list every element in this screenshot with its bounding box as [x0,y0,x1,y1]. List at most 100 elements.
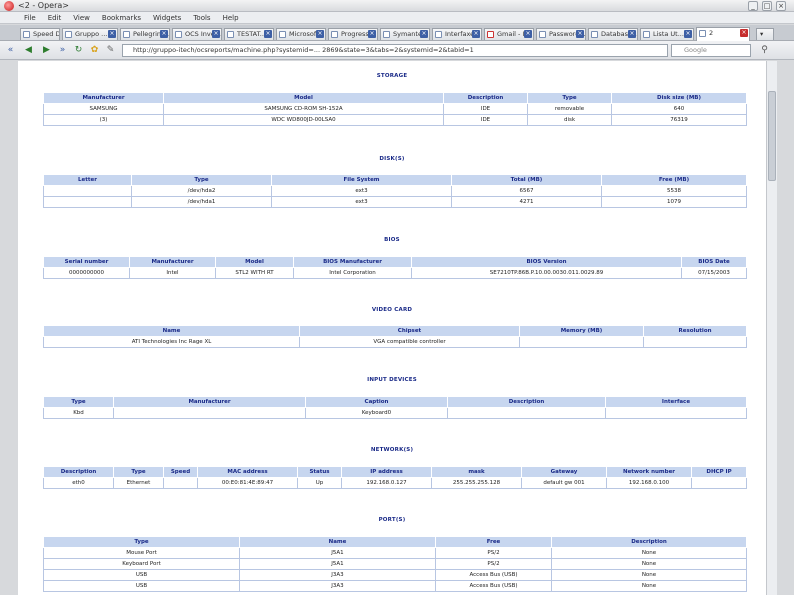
table-cell: J5A1 [239,547,436,559]
section-title-bios: BIOS [384,237,400,243]
table-cell: 00:E0:81:4E:89:47 [197,477,298,489]
tab[interactable]: Database... × [588,28,638,40]
table-cell: 07/15/2003 [681,267,747,279]
close-tab-icon[interactable]: × [684,30,692,38]
tab[interactable]: Password... × [536,28,586,40]
menu-tools[interactable]: Tools [193,12,210,23]
table-cell: /dev/hda2 [131,185,272,197]
edit-icon[interactable]: ✎ [104,44,117,57]
page-icon [643,31,650,38]
table-cell: 1079 [601,196,747,208]
table-cell: Keyboard0 [305,407,448,419]
tab[interactable]: Gruppo ... × [62,28,118,40]
close-tab-icon[interactable]: × [628,30,636,38]
close-tab-icon[interactable]: × [576,30,584,38]
table-row: Mouse Port J5A1 PS/2 None [43,547,747,559]
column-header: Gateway [521,466,607,478]
menu-edit[interactable]: Edit [48,12,62,23]
menu-help[interactable]: Help [223,12,239,23]
home-icon[interactable]: ✿ [88,44,101,57]
table-cell: disk [527,114,612,126]
column-header: File System [271,174,452,186]
rewind-icon[interactable]: « [4,44,17,57]
table-cell: 192.168.0.100 [606,477,692,489]
close-tab-icon[interactable]: × [368,30,376,38]
page-icon [23,31,30,38]
table-cell: J3A3 [239,580,436,592]
table-cell: ext3 [271,185,452,197]
storage-table: Manufacturer Model Description Type Disk siz… [43,92,747,126]
tab[interactable]: Gmail - I... × [484,28,534,40]
table-cell: Intel [129,267,216,279]
column-header: Description [443,92,528,104]
tab[interactable]: Pellegrino... × [120,28,170,40]
tab[interactable]: Progress... × [328,28,378,40]
tab[interactable]: Symante... × [380,28,430,40]
menu-widgets[interactable]: Widgets [153,12,181,23]
menu-file[interactable]: File [24,12,36,23]
tab-menu-button[interactable]: ▾ [756,28,774,40]
column-header: Status [297,466,342,478]
close-tab-icon[interactable]: × [316,30,324,38]
panel-strip[interactable] [0,61,18,595]
minimize-button[interactable]: _ [748,1,758,11]
column-header: MAC address [197,466,298,478]
close-tab-icon[interactable]: × [472,30,480,38]
close-tab-icon[interactable]: × [160,30,168,38]
gmail-icon [487,31,494,38]
vertical-scrollbar[interactable] [766,61,777,595]
back-arrow-icon[interactable]: ◀ [22,44,35,57]
tab-speed-dial[interactable]: Speed Dial [20,28,60,40]
zoom-icon[interactable]: ⚲ [758,44,771,57]
close-tab-icon[interactable]: × [212,30,220,38]
column-header: Network number [606,466,692,478]
fast-forward-icon[interactable]: » [56,44,69,57]
close-tab-icon[interactable]: × [420,30,428,38]
table-cell: None [551,547,747,559]
column-header: Description [447,396,606,408]
table-cell [643,336,747,348]
title-bar: <2 - Opera> _ □ × [0,0,794,12]
column-header: Caption [305,396,448,408]
menu-view[interactable]: View [73,12,90,23]
menu-bookmarks[interactable]: Bookmarks [102,12,141,23]
maximize-button[interactable]: □ [762,1,772,11]
tab[interactable]: OCS Inve... × [172,28,222,40]
section-title-storage: STORAGE [376,73,408,79]
table-row: 0000000000 Intel STL2 WITH RT Intel Corpora… [43,267,747,279]
tab[interactable]: Interfaxe... × [432,28,482,40]
tab-active[interactable]: 2 × [696,27,750,41]
column-header: BIOS Version [411,256,682,268]
tab[interactable]: Microsof... × [276,28,326,40]
table-header-row: Letter Type File System Total (MB) Free (MB) [43,174,747,186]
search-input[interactable]: Google [671,44,751,57]
reload-icon[interactable]: ↻ [72,44,85,57]
tab-label: Lista Ut... [653,30,684,38]
column-header: DHCP IP [691,466,747,478]
page-icon [227,31,234,38]
tab[interactable]: TESTAT... × [224,28,274,40]
close-window-button[interactable]: × [776,1,786,11]
table-cell: J5A1 [239,558,436,570]
forward-arrow-icon[interactable]: ▶ [40,44,53,57]
column-header: Free [435,536,552,548]
close-tab-icon[interactable]: × [264,30,272,38]
close-tab-icon[interactable]: × [108,30,116,38]
disks-table: Letter Type File System Total (MB) Free (MB)… [43,174,747,208]
scrollbar-thumb[interactable] [768,91,776,181]
table-cell: None [551,569,747,581]
column-header: Letter [43,174,132,186]
tab[interactable]: Lista Ut... × [640,28,694,40]
address-input[interactable]: http://gruppo-itech/ocsreports/machine.p… [122,44,668,57]
table-row: eth0 Ethernet 00:E0:81:4E:89:47 Up 192.168.0… [43,477,747,489]
tab-label: Speed Dial [33,30,60,38]
section-title-input: INPUT DEVICES [367,377,417,383]
table-cell [691,477,747,489]
close-tab-icon[interactable]: × [524,30,532,38]
table-cell: 0000000000 [43,267,130,279]
column-header: Free (MB) [601,174,747,186]
close-tab-icon[interactable]: × [740,29,748,37]
table-cell: ATI Technologies Inc Rage XL [43,336,300,348]
bios-table: Serial number Manufacturer Model BIOS Manuf… [43,256,747,279]
column-header: Model [215,256,294,268]
